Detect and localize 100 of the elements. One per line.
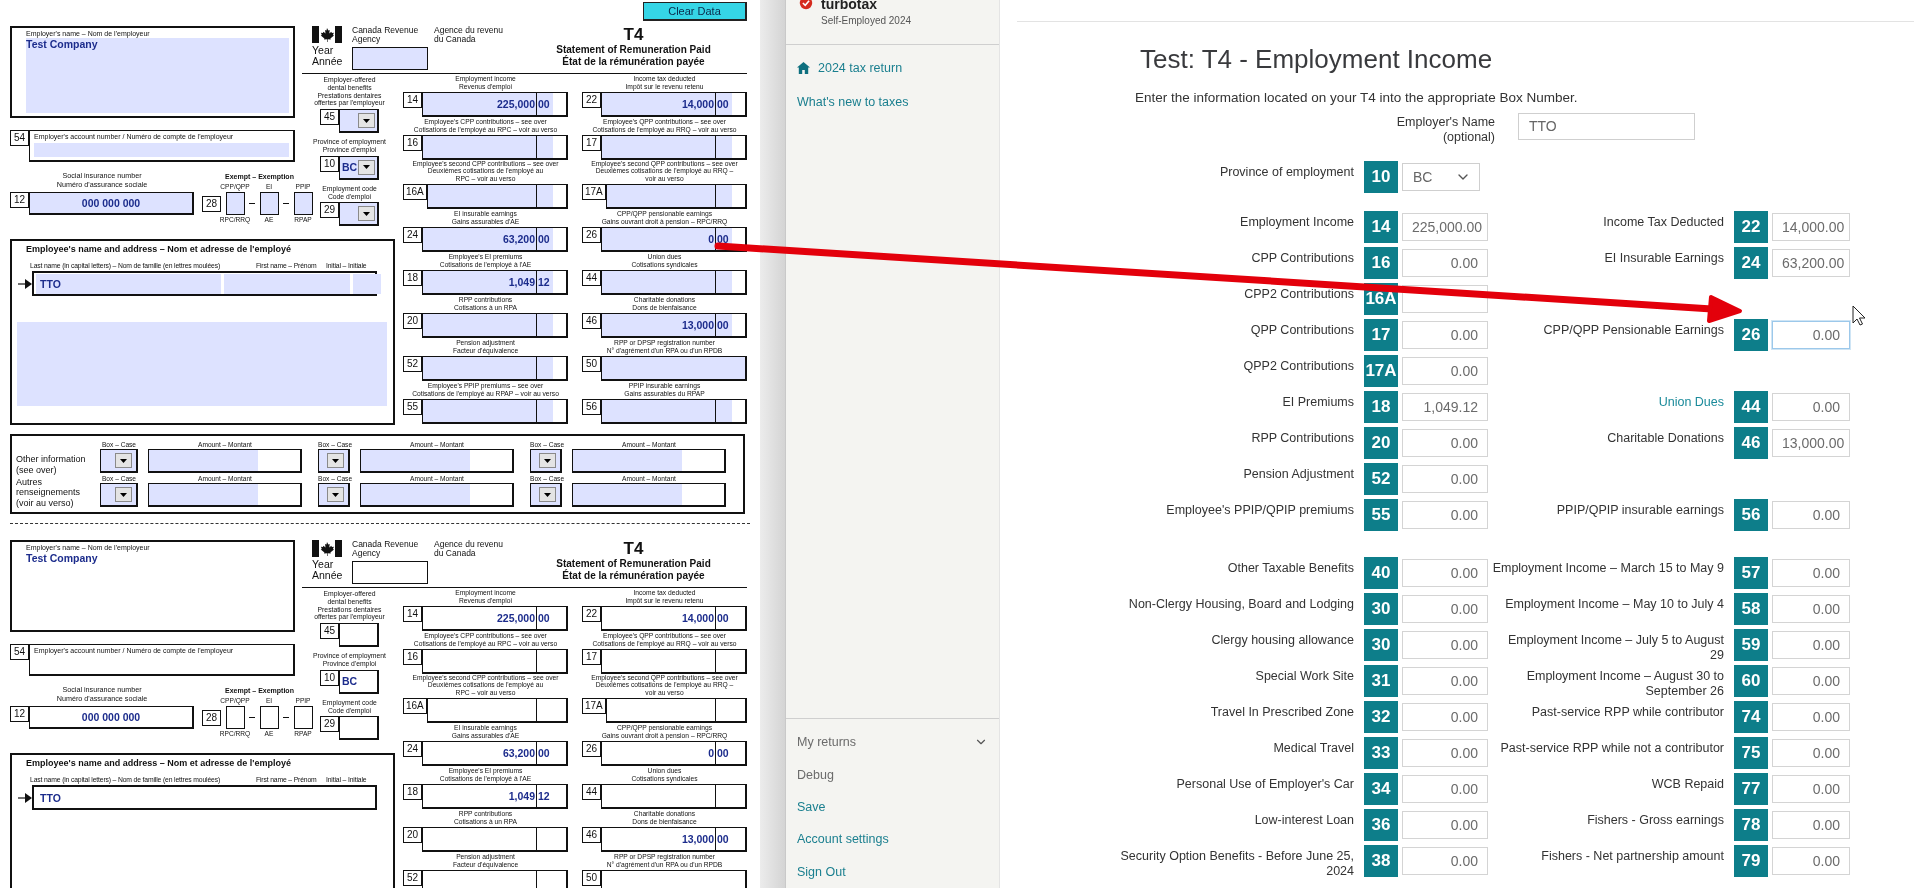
amount-input[interactable]: 0.00 — [1402, 847, 1488, 875]
amount-field[interactable]: 0 00 — [601, 227, 747, 253]
amount-field[interactable]: 1,049 12 — [422, 270, 568, 296]
box-code-field[interactable] — [530, 483, 562, 507]
amount-field[interactable] — [572, 483, 726, 507]
amount-field[interactable]: 0 00 — [601, 741, 747, 767]
amount-field[interactable]: 225,000 00 — [422, 92, 568, 117]
amount-field[interactable] — [360, 449, 514, 473]
dropdown-button[interactable] — [539, 453, 556, 468]
amount-input[interactable]: 0.00 — [1772, 501, 1850, 529]
amount-field[interactable] — [605, 184, 747, 210]
amount-input[interactable]: 0.00 — [1772, 847, 1850, 875]
dropdown-button[interactable] — [115, 487, 132, 502]
amount-input[interactable]: 0.00 — [1402, 739, 1488, 767]
province-field[interactable]: BC — [339, 669, 379, 694]
dropdown-button[interactable] — [327, 487, 344, 502]
amount-field[interactable]: 14,000 00 — [601, 92, 747, 117]
amount-input[interactable]: 0.00 — [1772, 631, 1850, 659]
sidebar-link[interactable]: Save — [786, 790, 999, 824]
amount-field[interactable] — [605, 698, 747, 724]
exempt-checkbox[interactable] — [293, 192, 313, 215]
amount-field[interactable] — [422, 827, 568, 853]
amount-field[interactable] — [148, 483, 302, 507]
amount-field[interactable] — [572, 449, 726, 473]
box-code-field[interactable] — [100, 449, 138, 473]
box-code-field[interactable] — [530, 449, 562, 473]
sin-field[interactable]: 000 000 000 — [29, 706, 194, 729]
dropdown-button[interactable] — [327, 453, 344, 468]
last-name-field[interactable]: TTO — [36, 274, 221, 294]
amount-input[interactable]: 0.00 — [1772, 595, 1850, 623]
amount-field[interactable] — [601, 649, 747, 674]
box-code-field[interactable] — [318, 449, 350, 473]
clear-data-button[interactable]: Clear Data — [643, 2, 747, 21]
sidebar-link[interactable]: Sign Out — [786, 855, 999, 888]
sin-field[interactable]: 000 000 000 — [29, 192, 194, 215]
amount-field[interactable] — [422, 649, 568, 674]
amount-input[interactable]: 0.00 — [1402, 703, 1488, 731]
amount-field[interactable] — [422, 135, 568, 160]
amount-input[interactable]: 0.00 — [1772, 811, 1850, 839]
amount-field[interactable]: 63,200 00 — [422, 741, 568, 767]
dropdown-button[interactable] — [539, 487, 556, 502]
amount-input[interactable]: 14,000.00 — [1772, 213, 1850, 241]
amount-input[interactable]: 0.00 — [1772, 775, 1850, 803]
employer-name-field[interactable]: Test Company — [26, 552, 289, 627]
amount-field[interactable] — [601, 399, 747, 425]
amount-field[interactable] — [360, 483, 514, 507]
amount-field[interactable] — [148, 449, 302, 473]
dropdown-button[interactable] — [358, 113, 375, 129]
amount-field[interactable]: 225,000 00 — [422, 606, 568, 631]
initial-field[interactable] — [353, 274, 381, 294]
amount-field[interactable] — [422, 399, 568, 425]
province-field[interactable]: BC — [339, 155, 379, 180]
amount-field[interactable] — [601, 270, 747, 296]
amount-field[interactable] — [422, 356, 568, 382]
exempt-checkbox[interactable] — [259, 706, 279, 729]
first-name-field[interactable] — [224, 274, 350, 294]
employment-code-field[interactable] — [339, 202, 379, 227]
amount-input[interactable] — [1402, 285, 1488, 313]
amount-input[interactable]: 0.00 — [1402, 357, 1488, 385]
exempt-checkbox[interactable] — [293, 706, 313, 729]
amount-input[interactable]: 0.00 — [1402, 465, 1488, 493]
sidebar-link[interactable]: 2024 tax return — [786, 51, 999, 85]
dropdown-button[interactable] — [115, 453, 132, 468]
amount-field[interactable] — [422, 870, 568, 888]
registration-number-field[interactable] — [601, 870, 747, 888]
year-field[interactable] — [352, 47, 428, 70]
amount-field[interactable] — [426, 184, 568, 210]
amount-input[interactable]: 0.00 — [1772, 667, 1850, 695]
amount-input[interactable]: 0.00 — [1772, 739, 1850, 767]
dropdown-button[interactable] — [358, 159, 375, 175]
amount-input[interactable]: 0.00 — [1402, 631, 1488, 659]
amount-input[interactable]: 0.00 — [1402, 321, 1488, 349]
dental-benefits-field[interactable] — [339, 623, 379, 648]
amount-field[interactable]: 13,000 00 — [601, 827, 747, 853]
amount-input[interactable]: 0.00 — [1402, 249, 1488, 277]
amount-input[interactable]: 0.00 — [1402, 811, 1488, 839]
amount-field[interactable]: 1,049 12 — [422, 784, 568, 810]
amount-field[interactable]: 13,000 00 — [601, 313, 747, 339]
amount-input[interactable]: 0.00 — [1402, 775, 1488, 803]
amount-input[interactable]: 0.00 — [1772, 559, 1850, 587]
employer-name-field[interactable]: Test Company — [26, 38, 289, 113]
field-link[interactable]: Union Dues — [1492, 391, 1724, 410]
sidebar-link[interactable]: Debug — [786, 758, 999, 791]
amount-field[interactable] — [426, 698, 568, 724]
amount-input[interactable]: 0.00 — [1402, 595, 1488, 623]
province-select[interactable]: BC — [1402, 163, 1480, 191]
address-field[interactable] — [17, 322, 387, 406]
amount-input[interactable]: 225,000.00 — [1402, 213, 1488, 241]
dropdown-button[interactable] — [358, 206, 375, 222]
year-field[interactable] — [352, 561, 428, 584]
sidebar-link[interactable]: Account settings — [786, 823, 999, 856]
amount-field[interactable] — [422, 313, 568, 339]
amount-input[interactable]: 0.00 — [1772, 393, 1850, 421]
sidebar-link[interactable]: What's new to taxes — [786, 85, 999, 119]
amount-input[interactable]: 0.00 — [1402, 429, 1488, 457]
amount-input[interactable]: 0.00 — [1772, 321, 1850, 349]
sidebar-link[interactable]: My returns — [786, 726, 999, 759]
amount-field[interactable]: 63,200 00 — [422, 227, 568, 253]
last-name-field[interactable]: TTO — [36, 788, 221, 808]
registration-number-field[interactable] — [601, 356, 747, 382]
